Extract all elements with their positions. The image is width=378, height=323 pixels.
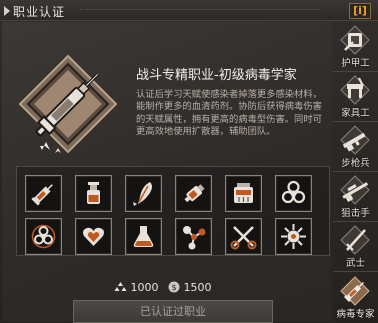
- sidebar-item-armor-craft[interactable]: 护甲工: [333, 22, 378, 70]
- window-title: 职业认证: [13, 5, 66, 19]
- sidebar-label-samurai: 武士: [345, 258, 365, 269]
- profession-detail-panel: 战斗专精职业-初级病毒学家 认证后学习天赋使感染者掉落更多感染材料，能制作更多的…: [2, 22, 332, 323]
- flask-icon[interactable]: [125, 218, 162, 255]
- title-bar: 职业认证 [i]: [0, 0, 378, 21]
- sidebar-label-sniper: 狙击手: [341, 208, 370, 219]
- title-divider: [80, 9, 320, 12]
- title-arrow-icon: [4, 6, 10, 16]
- katana-icon: [340, 225, 370, 255]
- virus-syringe-icon: [340, 276, 370, 306]
- rifle-icon: [340, 125, 370, 155]
- certification-cost: 1000 $ 1500: [114, 280, 234, 294]
- sidebar-label-furniture-craft: 家具工: [341, 108, 370, 119]
- sidebar-item-furniture-craft[interactable]: 家具工: [333, 72, 378, 120]
- profession-emblem: [12, 52, 124, 162]
- furniture-craft-icon: [340, 75, 370, 105]
- info-button[interactable]: [i]: [349, 3, 371, 19]
- spray-can-icon[interactable]: [175, 175, 212, 212]
- sniper-icon: [340, 175, 370, 205]
- coin-icon: $: [168, 281, 180, 293]
- sidebar-item-sniper[interactable]: 狙击手: [333, 172, 378, 220]
- sidebar-label-virologist: 病毒专家: [336, 309, 375, 320]
- heart-box-icon[interactable]: [75, 218, 112, 255]
- biohazard-icon[interactable]: [275, 175, 312, 212]
- scissors-icon[interactable]: [225, 218, 262, 255]
- sidebar-label-rifleman: 步枪兵: [341, 158, 370, 169]
- molecule-icon[interactable]: [175, 218, 212, 255]
- certified-button[interactable]: 已认证过职业: [73, 300, 273, 323]
- profession-certification-window: 职业认证 [i] 战斗专精职业-初级病毒学家 认证后学习天赋使感染者掉落更多感染…: [0, 0, 378, 323]
- sidebar-divider: [333, 271, 378, 272]
- profession-sidebar: 护甲工 家具工 步枪兵 狙击手 武士 病毒专家: [333, 22, 378, 323]
- certificate-icon: [114, 281, 127, 291]
- svg-text:$: $: [171, 283, 176, 292]
- info-label: i: [358, 4, 362, 17]
- sidebar-item-samurai[interactable]: 武士: [333, 222, 378, 270]
- profession-title: 战斗专精职业-初级病毒学家: [136, 68, 297, 83]
- serum-bottle-icon[interactable]: [75, 175, 112, 212]
- virologist-emblem-icon: [18, 54, 118, 154]
- talent-grid: [16, 166, 330, 256]
- sidebar-item-virologist[interactable]: 病毒专家: [333, 273, 378, 321]
- syringe-icon[interactable]: [25, 175, 62, 212]
- pill-bottle-icon[interactable]: [225, 175, 262, 212]
- biohazard-mark-icon[interactable]: [25, 218, 62, 255]
- feather-pen-icon[interactable]: [125, 175, 162, 212]
- profession-description: 认证后学习天赋使感染者掉落更多感染材料，能制作更多的血清药剂。协防后获得病毒伤害…: [136, 89, 322, 137]
- virus-icon[interactable]: [275, 218, 312, 255]
- armor-craft-icon: [340, 25, 370, 55]
- sidebar-label-armor-craft: 护甲工: [341, 58, 370, 69]
- certificate-cost-value: 1000: [130, 280, 159, 294]
- sidebar-item-rifleman[interactable]: 步枪兵: [333, 122, 378, 170]
- coin-cost-value: 1500: [183, 280, 212, 294]
